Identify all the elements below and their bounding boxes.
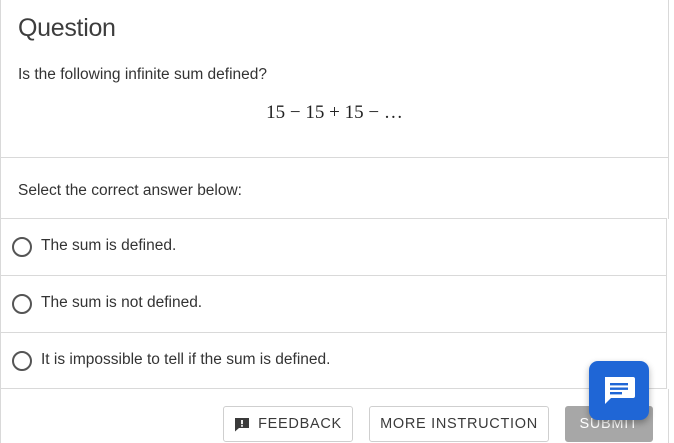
action-footer: FEEDBACK MORE INSTRUCTION SUBMIT — [0, 389, 669, 443]
answer-options: The sum is defined. The sum is not defin… — [0, 218, 667, 389]
answer-option-2[interactable]: The sum is not defined. — [0, 275, 667, 332]
feedback-button-label: FEEDBACK — [258, 416, 342, 432]
chat-button[interactable] — [589, 361, 649, 420]
feedback-icon — [234, 417, 250, 432]
answer-option-label: It is impossible to tell if the sum is d… — [41, 351, 331, 368]
answer-option-label: The sum is not defined. — [41, 294, 203, 311]
answer-option-label: The sum is defined. — [41, 237, 177, 254]
question-prompt: Is the following infinite sum defined? — [18, 66, 268, 83]
instruction-panel: Select the correct answer below: — [0, 158, 669, 219]
more-instruction-button-label: MORE INSTRUCTION — [380, 416, 538, 432]
chat-icon — [602, 375, 636, 407]
radio-button[interactable] — [12, 351, 32, 371]
answer-option-1[interactable]: The sum is defined. — [0, 218, 667, 275]
more-instruction-button[interactable]: MORE INSTRUCTION — [369, 406, 549, 442]
radio-button[interactable] — [12, 294, 32, 314]
instruction-text: Select the correct answer below: — [18, 182, 242, 199]
question-card: Question Is the following infinite sum d… — [0, 0, 669, 158]
radio-button[interactable] — [12, 237, 32, 257]
question-math-expression: 15 − 15 + 15 − … — [266, 102, 403, 123]
answer-option-3[interactable]: It is impossible to tell if the sum is d… — [0, 332, 667, 389]
feedback-button[interactable]: FEEDBACK — [223, 406, 353, 442]
question-title: Question — [18, 14, 116, 42]
